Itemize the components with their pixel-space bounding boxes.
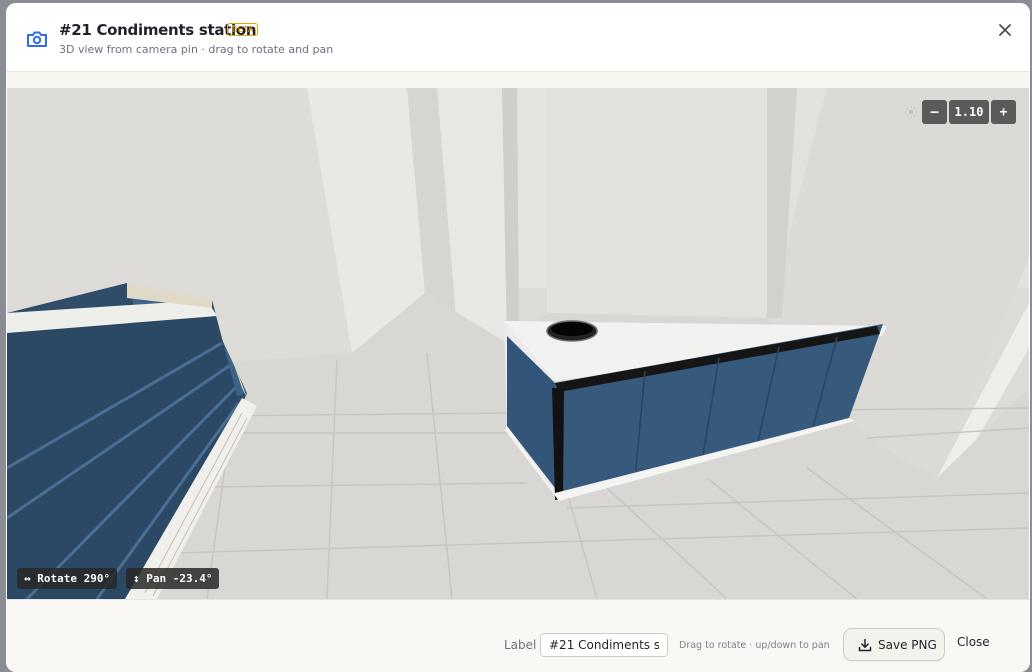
zoom-out-button[interactable]: – (922, 100, 947, 124)
modal-footer: Label Drag to rotate · up/down to pan Sa… (6, 599, 1030, 672)
zoom-in-button[interactable]: + (991, 100, 1016, 124)
3d-scene[interactable] (7, 88, 1029, 599)
label-input[interactable] (540, 633, 668, 657)
3d-viewport[interactable]: – 1.10 + ↔ Rotate 290° ↕ Pan -23.4° (7, 88, 1029, 599)
beta-badge: BETA (227, 23, 259, 36)
zoom-controls: – 1.10 + (904, 100, 1016, 124)
header-band (6, 72, 1030, 88)
save-png-label: Save PNG (878, 637, 937, 652)
rotate-readout: ↔ Rotate 290° (17, 568, 118, 589)
label-caption: Label (504, 638, 537, 652)
camera-icon (27, 31, 47, 47)
zoom-level: 1.10 (949, 100, 989, 124)
close-icon[interactable] (994, 19, 1016, 41)
sun-icon[interactable] (904, 105, 918, 119)
close-button[interactable]: Close (957, 635, 990, 649)
modal-header: #21 Condiments station BETA 3D view from… (6, 3, 1030, 72)
pan-readout: ↕ Pan -23.4° (126, 568, 220, 589)
modal-subtitle: 3D view from camera pin · drag to rotate… (59, 43, 334, 56)
drag-hint: Drag to rotate · up/down to pan (679, 640, 830, 651)
camera-view-modal: #21 Condiments station BETA 3D view from… (6, 3, 1030, 672)
save-png-button[interactable]: Save PNG (843, 628, 945, 661)
download-icon (858, 638, 872, 651)
